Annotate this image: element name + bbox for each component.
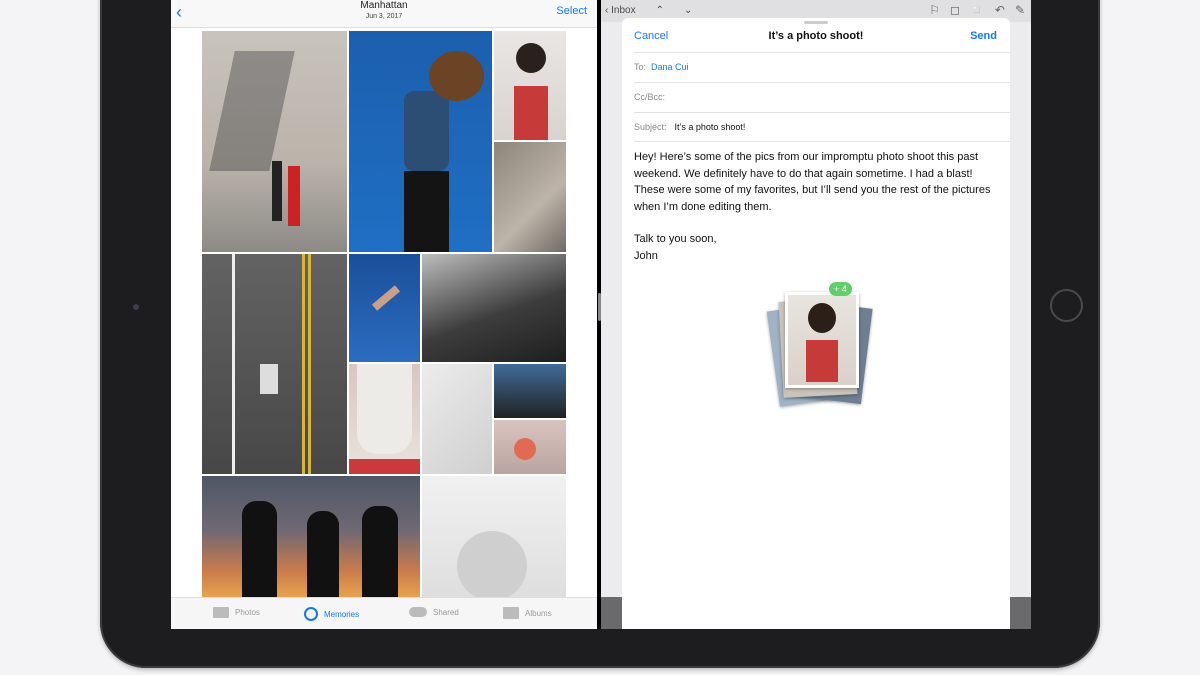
front-camera [133,304,139,310]
person-figure [288,166,300,226]
send-button[interactable]: Send [970,30,997,42]
subject-label: Subject: [634,122,667,132]
person-top [806,340,838,382]
mail-inbox-nav: ‹ Inbox ⌃ ⌄ [605,5,692,16]
silhouette [362,506,398,597]
flag-icon[interactable]: ⚐ [929,3,940,17]
body-signature: John [634,249,658,262]
tab-photos[interactable]: Photos [213,607,260,618]
chevron-down-icon[interactable]: ⌄ [684,5,692,16]
photo-tile[interactable] [494,420,566,474]
photo-tile[interactable] [202,31,347,252]
home-button[interactable] [1050,289,1083,322]
hand [371,285,401,311]
person-figure [457,531,527,597]
tab-label: Albums [525,608,552,618]
photos-tab-bar: Photos Memories Shared Albums [171,597,597,629]
sheet-grabber[interactable] [804,21,828,24]
person-figure [272,161,282,221]
photo-card [785,292,859,388]
tab-label: Shared [433,607,459,617]
tab-label: Photos [235,608,260,617]
tab-memories[interactable]: Memories [304,607,359,621]
compose-icon[interactable]: ✎ [1015,3,1025,17]
to-field[interactable]: To: Dana Cui [634,52,1010,82]
photos-app: ‹ Manhattan Jun 3, 2017 Select Photos Me… [171,0,597,629]
person-top [514,86,548,140]
album-title: Manhattan [360,0,408,11]
road-line [232,254,235,474]
photo-tile[interactable] [494,364,566,418]
inbox-label: Inbox [611,5,636,16]
mail-action-icons: ⚐ ◻ ◽ ↶ ✎ [929,3,1025,17]
ccbcc-field[interactable]: Cc/Bcc: [634,82,1010,112]
body-signoff: Talk to you soon, [634,233,717,245]
hair [429,51,484,101]
inbox-back-button[interactable]: ‹ Inbox [605,5,636,16]
hair [808,303,836,333]
photo-tile[interactable] [202,476,420,597]
road-line [308,254,311,474]
road-line [302,254,305,474]
photo-tile[interactable] [494,142,566,252]
chevron-up-icon[interactable]: ⌃ [656,5,664,16]
photo-tile[interactable] [349,364,420,474]
photo-tile[interactable] [349,31,492,252]
person-top [349,459,420,474]
compose-title: It’s a photo shoot! [768,30,864,42]
photos-icon [213,607,229,618]
photo-tile[interactable] [349,254,420,362]
attachment-count-badge: + 4 [829,282,852,296]
ccbcc-label: Cc/Bcc: [634,92,666,102]
dragged-photos-stack[interactable]: + 4 [759,282,874,407]
photo-tile[interactable] [422,476,566,597]
photo-tile[interactable] [422,254,566,362]
hair [357,364,412,454]
subject-field[interactable]: Subject: It’s a photo shoot! [634,112,1010,142]
field-divider [634,141,1010,142]
message-body[interactable]: Hey! Here’s some of the pics from our im… [634,149,1004,264]
memories-icon [304,607,318,621]
photo-tile[interactable] [494,31,566,140]
cloud-icon [409,607,427,617]
select-button[interactable]: Select [556,5,587,17]
hair [516,43,546,73]
reply-icon[interactable]: ↶ [995,3,1005,17]
body-paragraph: Hey! Here’s some of the pics from our im… [634,151,991,213]
person-pants [404,171,449,252]
photo-tile[interactable] [202,254,347,474]
to-label: To: [634,62,647,72]
albums-icon [503,607,519,619]
tab-albums[interactable]: Albums [503,607,552,619]
wall-shadow [209,51,295,171]
fruit [514,438,536,460]
person-figure [260,364,278,394]
album-date: Jun 3, 2017 [365,13,403,20]
photo-tile[interactable] [422,364,492,474]
silhouette [307,511,339,597]
person-jacket [404,91,449,171]
subject-value[interactable]: It’s a photo shoot! [675,122,746,132]
folder-icon[interactable]: ◻ [950,3,960,17]
compose-sheet: Cancel It’s a photo shoot! Send To: Dana … [622,18,1010,629]
tab-label: Memories [324,609,360,619]
ipad-screen: ‹ Manhattan Jun 3, 2017 Select Photos Me… [171,0,1031,629]
tab-shared[interactable]: Shared [409,607,459,617]
trash-icon[interactable]: ◽ [970,3,985,17]
compose-nav-bar: Cancel It’s a photo shoot! Send [622,26,1010,52]
photos-nav-bar: ‹ Manhattan Jun 3, 2017 Select [171,0,597,28]
silhouette [242,501,277,597]
to-recipient[interactable]: Dana Cui [651,62,689,72]
